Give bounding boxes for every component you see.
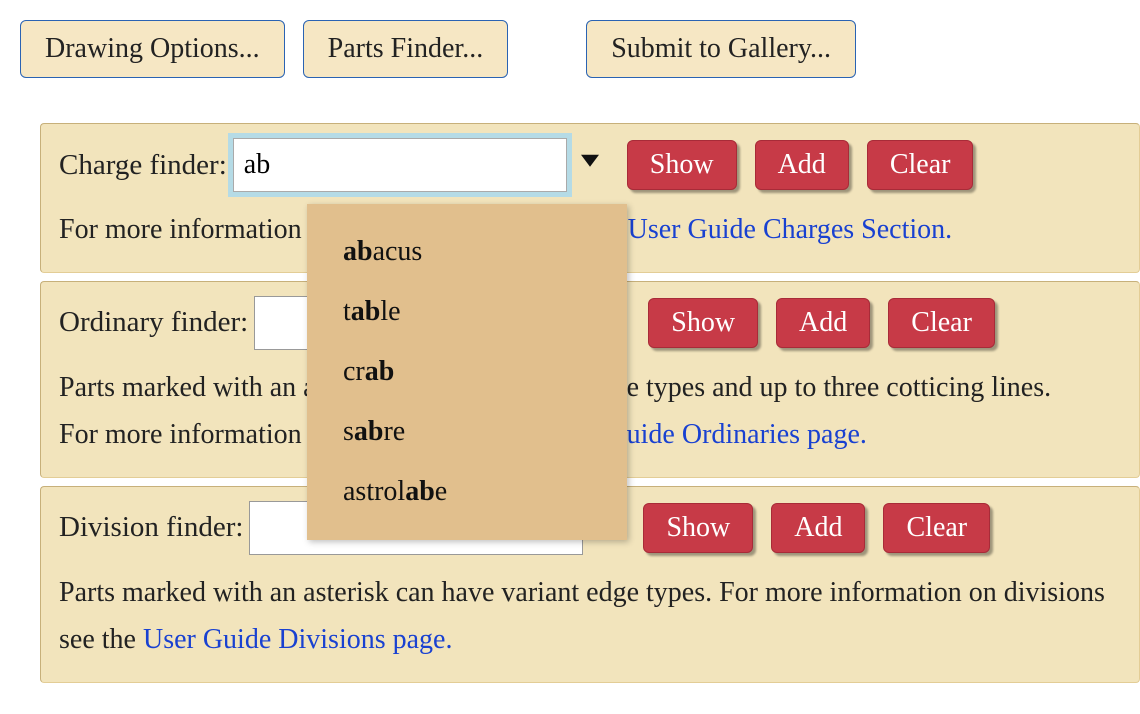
charge-finder-input[interactable] bbox=[233, 138, 567, 192]
chevron-down-icon[interactable] bbox=[581, 155, 599, 167]
charge-guide-link[interactable]: User Guide Charges Section. bbox=[628, 214, 953, 245]
charge-finder-label: Charge finder: bbox=[59, 149, 227, 182]
submit-gallery-button[interactable]: Submit to Gallery... bbox=[586, 20, 856, 78]
charge-clear-button[interactable]: Clear bbox=[867, 140, 974, 190]
charge-finder-panel: Charge finder: Show Add Clear For more i… bbox=[40, 123, 1140, 273]
division-guide-link[interactable]: User Guide Divisions page. bbox=[143, 624, 453, 655]
top-button-bar: Drawing Options... Parts Finder... Submi… bbox=[20, 20, 1140, 78]
ordinary-add-button[interactable]: Add bbox=[776, 298, 870, 348]
parts-finder-button[interactable]: Parts Finder... bbox=[303, 20, 509, 78]
ordinary-finder-label: Ordinary finder: bbox=[59, 306, 248, 339]
autocomplete-item[interactable]: astrolabe bbox=[307, 462, 627, 522]
autocomplete-item[interactable]: abacus bbox=[307, 222, 627, 282]
division-clear-button[interactable]: Clear bbox=[883, 503, 990, 553]
ordinary-clear-button[interactable]: Clear bbox=[888, 298, 995, 348]
division-add-button[interactable]: Add bbox=[771, 503, 865, 553]
charge-add-button[interactable]: Add bbox=[755, 140, 849, 190]
drawing-options-button[interactable]: Drawing Options... bbox=[20, 20, 285, 78]
autocomplete-item[interactable]: table bbox=[307, 282, 627, 342]
division-finder-label: Division finder: bbox=[59, 511, 243, 544]
autocomplete-item[interactable]: crab bbox=[307, 342, 627, 402]
division-show-button[interactable]: Show bbox=[643, 503, 753, 553]
ordinary-show-button[interactable]: Show bbox=[648, 298, 758, 348]
autocomplete-dropdown: abacus table crab sabre astrolabe bbox=[307, 204, 627, 540]
autocomplete-item[interactable]: sabre bbox=[307, 402, 627, 462]
division-info-text: Parts marked with an asterisk can have v… bbox=[59, 569, 1139, 664]
charge-show-button[interactable]: Show bbox=[627, 140, 737, 190]
